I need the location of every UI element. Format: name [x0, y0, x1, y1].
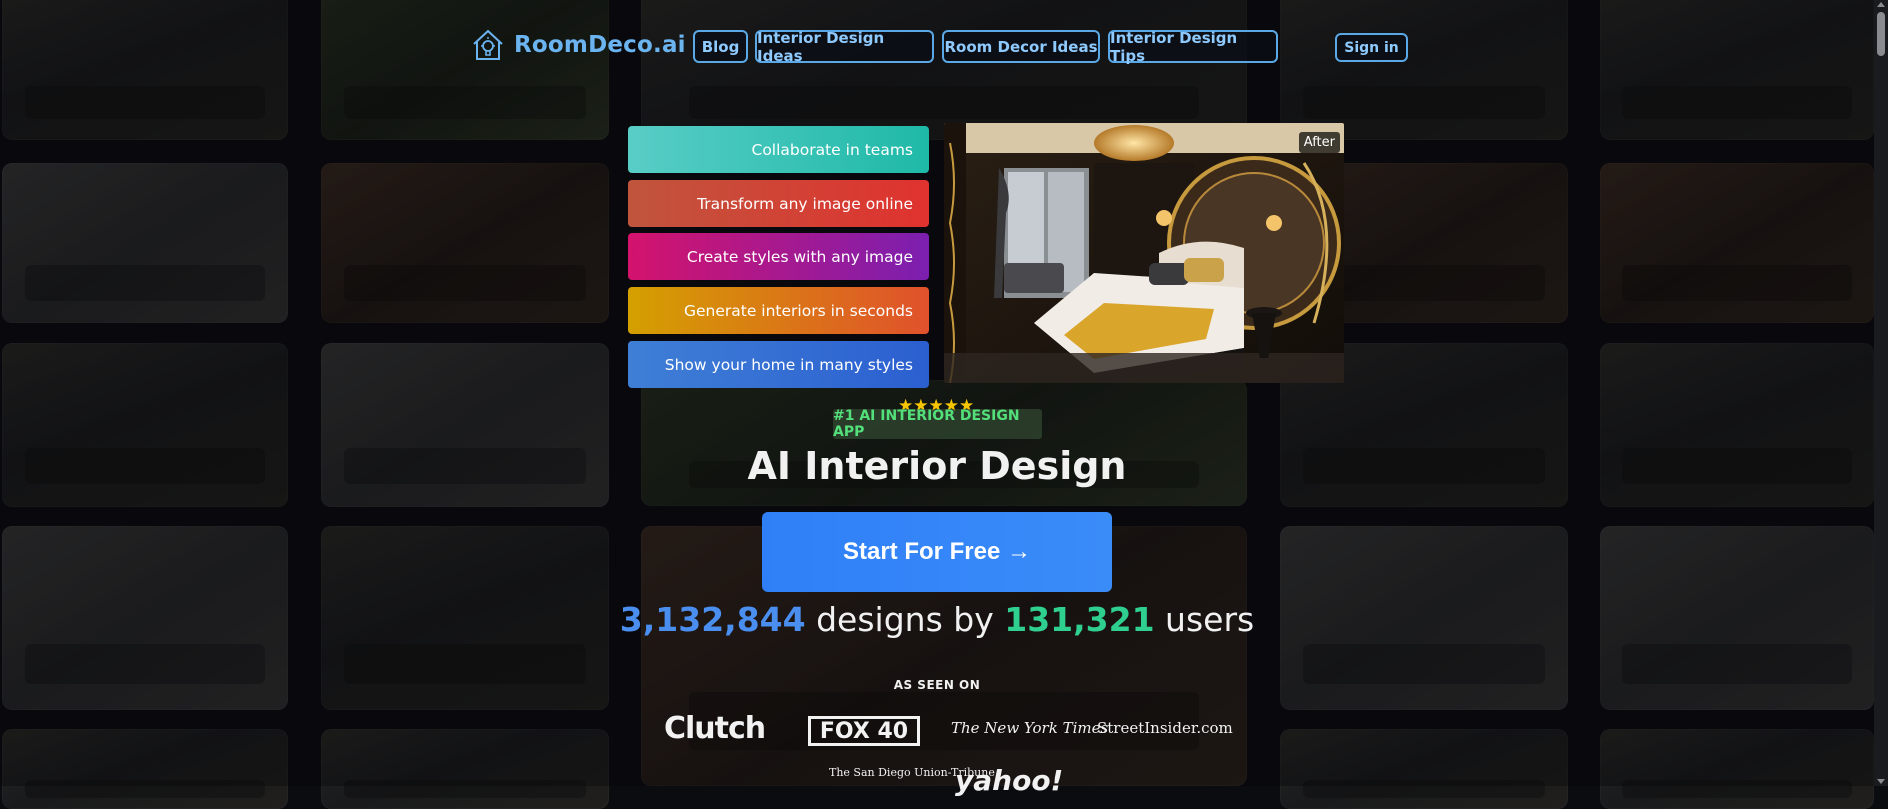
- usage-stats: 3,132,844 designs by 131,321 users: [0, 600, 1874, 639]
- brand-logo[interactable]: RoomDeco.ai: [470, 27, 686, 63]
- nav-blog[interactable]: Blog: [693, 30, 748, 63]
- yahoo-logo: yahoo!: [955, 764, 1064, 797]
- main-content: RoomDeco.ai Blog Interior Design Ideas R…: [0, 0, 1888, 797]
- scroll-thumb[interactable]: [1877, 12, 1885, 56]
- users-count: 131,321: [1004, 600, 1155, 639]
- nav-room-decor-ideas[interactable]: Room Decor Ideas: [942, 30, 1100, 63]
- page-title: AI Interior Design: [747, 444, 1127, 488]
- feature-create-styles[interactable]: Create styles with any image: [628, 233, 929, 280]
- after-preview-image: After: [944, 123, 1344, 383]
- users-text: users: [1165, 600, 1255, 639]
- house-lightbulb-icon: [473, 29, 503, 60]
- nav-interior-design-tips[interactable]: Interior Design Tips: [1108, 29, 1278, 65]
- ranking-badge: #1 AI INTERIOR DESIGN APP: [833, 408, 1042, 440]
- scroll-up-arrow-icon[interactable]: [1877, 2, 1885, 7]
- feature-many-styles[interactable]: Show your home in many styles: [628, 341, 929, 388]
- fox40-logo: FOX 40: [808, 716, 920, 746]
- nav-interior-design-ideas[interactable]: Interior Design Ideas: [755, 29, 934, 65]
- page-scrollbar[interactable]: [1874, 0, 1888, 786]
- as-seen-on-heading: AS SEEN ON: [893, 678, 981, 692]
- after-badge: After: [1298, 132, 1340, 153]
- designs-count: 3,132,844: [619, 600, 806, 639]
- brand-name: RoomDeco.ai: [514, 32, 686, 58]
- feature-collaborate[interactable]: Collaborate in teams: [628, 126, 929, 173]
- designs-text: designs by: [816, 600, 994, 639]
- start-for-free-button[interactable]: Start For Free →: [762, 512, 1112, 592]
- clutch-logo: Clutch: [664, 711, 766, 746]
- feature-transform-image[interactable]: Transform any image online: [628, 180, 929, 227]
- bedroom-illustration: [944, 123, 1344, 383]
- signin-button[interactable]: Sign in: [1335, 33, 1408, 62]
- streetinsider-logo: StreetInsider.com: [1097, 719, 1233, 737]
- scroll-down-arrow-icon[interactable]: [1877, 779, 1885, 784]
- nytimes-logo: The New York Times: [951, 719, 1109, 737]
- feature-generate-interiors[interactable]: Generate interiors in seconds: [628, 287, 929, 334]
